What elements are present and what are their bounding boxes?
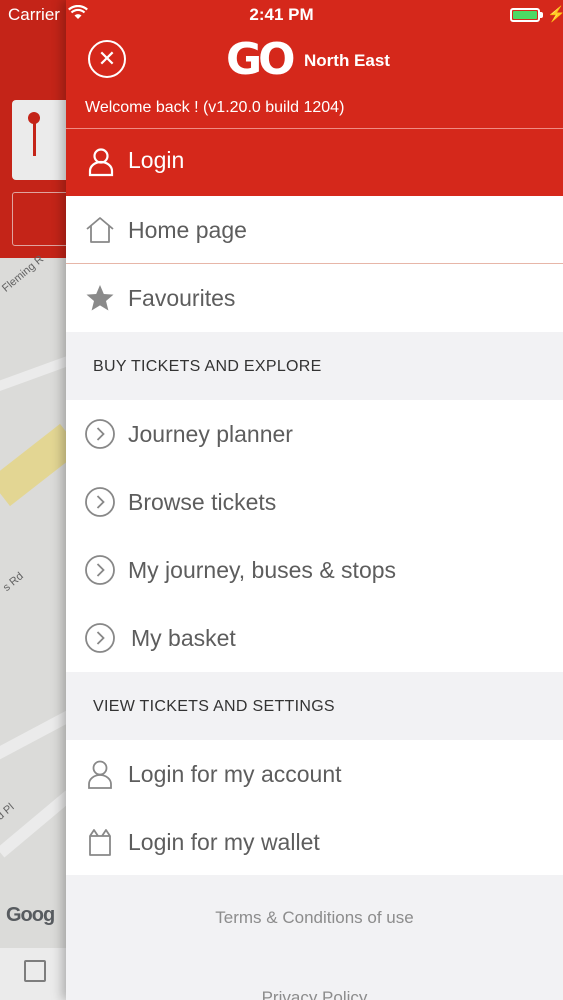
user-icon xyxy=(84,758,116,790)
star-icon xyxy=(84,282,116,314)
section-label: VIEW TICKETS AND SETTINGS xyxy=(93,698,335,715)
menu-item-label: Home page xyxy=(128,217,247,243)
user-icon xyxy=(88,147,114,177)
menu-item-browse-tickets[interactable]: Browse tickets xyxy=(66,468,563,536)
chevron-right-circle-icon xyxy=(84,418,116,450)
chevron-right-circle-icon xyxy=(84,622,116,654)
close-icon[interactable]: ✕ xyxy=(88,40,126,78)
menu-item-label: My journey, buses & stops xyxy=(128,557,397,583)
section-label: BUY TICKETS AND EXPLORE xyxy=(93,358,322,375)
terms-link[interactable]: Terms & Conditions of use xyxy=(66,908,563,928)
menu-item-label: My basket xyxy=(131,625,236,651)
menu-item-label: Journey planner xyxy=(128,421,293,447)
charging-bolt-icon: ⚡ xyxy=(547,6,563,23)
menu-item-journey-planner[interactable]: Journey planner xyxy=(66,400,563,468)
login-label: Login xyxy=(128,147,185,173)
logo-mark: GO xyxy=(226,34,296,85)
section-header-view-tickets: VIEW TICKETS AND SETTINGS xyxy=(66,672,563,740)
wallet-icon xyxy=(84,826,116,858)
menu-item-favourites[interactable]: Favourites xyxy=(66,264,563,332)
menu-item-home-page[interactable]: Home page xyxy=(66,196,563,264)
status-time: 2:41 PM xyxy=(249,5,314,24)
home-icon xyxy=(84,214,116,246)
welcome-message: Welcome back ! (v1.20.0 build 1204) xyxy=(85,99,345,116)
menu-item-login-account[interactable]: Login for my account xyxy=(66,740,563,808)
menu-item-label: Login for my account xyxy=(128,761,342,787)
side-drawer: ✕ GO North East Welcome back ! (v1.20.0 … xyxy=(66,0,563,1000)
login-button[interactable]: Login xyxy=(66,129,563,196)
menu-item-my-journey[interactable]: My journey, buses & stops xyxy=(66,536,563,604)
menu-item-my-basket[interactable]: My basket xyxy=(66,604,563,672)
menu-item-label: Favourites xyxy=(128,285,236,311)
section-header-buy-tickets: BUY TICKETS AND EXPLORE xyxy=(66,332,563,400)
brand-logo: GO North East xyxy=(226,34,426,86)
battery-icon xyxy=(510,8,540,22)
status-bar: Carrier 2:41 PM ⚡ xyxy=(0,0,563,30)
menu-item-label: Browse tickets xyxy=(128,489,277,515)
battery-tip xyxy=(540,12,543,18)
menu-item-login-wallet[interactable]: Login for my wallet xyxy=(66,808,563,876)
drawer-overlay[interactable] xyxy=(0,0,66,1000)
privacy-policy-link[interactable]: Privacy Policy xyxy=(66,988,563,1000)
menu-item-label: Login for my wallet xyxy=(128,829,320,855)
chevron-right-circle-icon xyxy=(84,554,116,586)
drawer-footer: Terms & Conditions of use Privacy Policy xyxy=(66,875,563,1000)
chevron-right-circle-icon xyxy=(84,486,116,518)
logo-region: North East xyxy=(304,51,390,70)
